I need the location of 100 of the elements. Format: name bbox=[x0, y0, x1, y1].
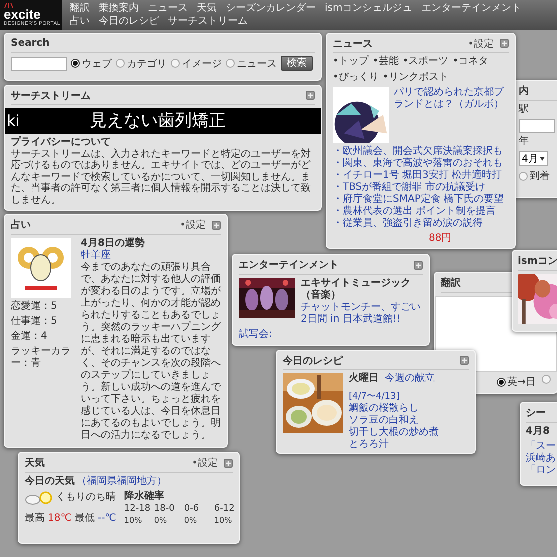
nav-link[interactable]: エンターテインメント bbox=[422, 2, 522, 14]
news-link[interactable]: ・イチロー1号 堀田3安打 松井適時打 bbox=[333, 170, 509, 182]
nav-link[interactable]: 乗換案内 bbox=[99, 2, 139, 14]
radio-option[interactable]: 英→日 bbox=[496, 375, 536, 389]
rain-title: 降水確率 bbox=[124, 491, 166, 503]
news-link[interactable]: ・府庁食堂にSMAP定食 橋下氏の要望 bbox=[333, 194, 509, 206]
news-tab-link[interactable]: •芸能 bbox=[372, 56, 399, 68]
menu-link[interactable]: 今週の献立 bbox=[385, 373, 435, 385]
radio-icon[interactable] bbox=[71, 59, 80, 68]
radio-icon[interactable] bbox=[226, 59, 235, 68]
nav-link[interactable]: サーチストリーム bbox=[168, 16, 248, 28]
season-link[interactable]: 浜崎あ bbox=[526, 453, 557, 465]
logo-text: excite bbox=[4, 8, 41, 21]
panel-title: エンターテインメント bbox=[239, 259, 340, 272]
nav-link[interactable]: 占い bbox=[70, 16, 90, 28]
panel-title: サーチストリーム bbox=[11, 90, 92, 102]
search-field[interactable] bbox=[11, 56, 67, 70]
panel-title: 翻訳 bbox=[441, 276, 462, 290]
rain-chance: 10% bbox=[214, 515, 234, 527]
field-label: 年 bbox=[519, 136, 530, 148]
fortune-stat: 恋愛運：5 bbox=[11, 301, 58, 313]
nav-link[interactable]: 天気 bbox=[197, 2, 217, 14]
entertainment-heading: エキサイトミュージック（音楽） bbox=[301, 278, 412, 302]
month-select[interactable]: 4月 bbox=[519, 151, 548, 166]
news-tab-link[interactable]: •スポーツ bbox=[402, 56, 449, 68]
radio-option[interactable]: イメージ bbox=[171, 56, 222, 70]
radio-button[interactable] bbox=[542, 375, 551, 384]
panel-title: シー bbox=[526, 407, 547, 420]
fortune-date: 4月8日の運勢 bbox=[81, 238, 146, 250]
panel-title: 内 bbox=[519, 84, 530, 98]
entertainment-link[interactable]: チャットモンチー、すごい2日間 in 日本武道館!! bbox=[301, 302, 423, 326]
caret-icon bbox=[540, 156, 546, 160]
expand-icon[interactable] bbox=[212, 220, 221, 230]
news-tab-link[interactable]: •びっくり bbox=[333, 72, 379, 84]
recipe-day: 火曜日 bbox=[349, 373, 379, 385]
news-link[interactable]: ・従業員、強盗引き留め涙の説得 bbox=[333, 218, 509, 230]
nav-link[interactable]: ニュース bbox=[148, 2, 188, 14]
sparkle-icon bbox=[4, 3, 14, 8]
nav-link[interactable]: ismコンシェルジュ bbox=[325, 2, 413, 14]
panel-title: Search bbox=[11, 38, 51, 49]
expand-icon[interactable] bbox=[306, 91, 315, 100]
privacy-title: プライバシーについて bbox=[11, 136, 111, 148]
news-link[interactable]: ・関東、東海で高波や落雷のおそれも bbox=[333, 158, 509, 170]
rain-period: 6-12 bbox=[214, 503, 236, 515]
rain-period: 0-6 bbox=[184, 503, 200, 515]
season-link[interactable]: 「ロン bbox=[526, 465, 557, 477]
radio-option[interactable]: ニュース bbox=[226, 56, 277, 70]
news-tab-link[interactable]: •トップ bbox=[333, 56, 369, 68]
expand-icon[interactable] bbox=[460, 356, 469, 365]
rain-period: 18-0 bbox=[154, 503, 176, 515]
radio-icon[interactable] bbox=[519, 172, 528, 180]
radio-icon[interactable] bbox=[116, 59, 125, 68]
temp-label: 最低 bbox=[74, 513, 95, 525]
expand-icon[interactable] bbox=[500, 39, 509, 48]
cloud-sun-icon bbox=[25, 491, 53, 505]
radio-icon[interactable] bbox=[171, 59, 180, 68]
rain-chance: 10% bbox=[124, 515, 144, 527]
radio-option[interactable]: ウェブ bbox=[71, 56, 112, 70]
panel-title: 今日のレシピ bbox=[283, 354, 344, 368]
news-link[interactable]: ・欧州議会、開会式欠席決議案採択も bbox=[333, 146, 509, 158]
recipe-link[interactable]: 切干し大根の炒め煮 bbox=[349, 427, 469, 439]
settings-link[interactable]: •設定 bbox=[180, 218, 206, 232]
news-tab-link[interactable]: •リンクポスト bbox=[382, 72, 449, 84]
radio-option[interactable]: カテゴリ bbox=[116, 56, 167, 70]
news-link[interactable]: ・TBSが番組で謝罪 市の抗議受け bbox=[333, 182, 509, 194]
temp-label: 最高 bbox=[25, 513, 45, 525]
panel-title: 天気 bbox=[25, 457, 46, 470]
recipe-link[interactable]: ソラ豆の白和え bbox=[349, 415, 469, 427]
radio-option[interactable]: 到着 bbox=[519, 169, 557, 183]
sign-link[interactable]: 牡羊座 bbox=[81, 250, 221, 262]
price-text: 88円 bbox=[429, 233, 452, 245]
expand-icon[interactable] bbox=[414, 260, 423, 270]
recipe-link[interactable]: 鯛飯の桜散らし bbox=[349, 403, 469, 415]
panel-title: ニュース bbox=[333, 38, 374, 50]
season-link[interactable]: 「スー bbox=[526, 441, 557, 453]
settings-link[interactable]: •設定 bbox=[468, 36, 494, 50]
search-button[interactable]: 検索 bbox=[281, 56, 313, 71]
settings-link[interactable]: •設定 bbox=[192, 456, 218, 470]
preview-label: 試写会: bbox=[239, 329, 274, 341]
radio-icon[interactable] bbox=[496, 378, 506, 386]
ad-banner[interactable]: ki 見えない歯列矯正 bbox=[5, 108, 321, 134]
headline-link[interactable]: パリで認められた京都ブランドとは？（ガルボ） bbox=[394, 87, 509, 111]
nav-link[interactable]: 翻訳 bbox=[70, 2, 90, 14]
nav-link[interactable]: シーズンカレンダー bbox=[226, 2, 316, 14]
region-link[interactable]: （福岡県福岡地方） bbox=[77, 476, 167, 488]
station-field[interactable] bbox=[519, 119, 555, 133]
news-link[interactable]: ・農林代表の選出 ポイント制を提言 bbox=[333, 206, 509, 218]
fortune-stat: 仕事運：5 bbox=[11, 316, 58, 328]
date-text: 4月8 bbox=[526, 426, 551, 438]
fortune-stat: 金運：4 bbox=[11, 331, 48, 343]
expand-icon[interactable] bbox=[224, 458, 233, 468]
nav-link[interactable]: 今日のレシピ bbox=[99, 16, 159, 28]
fortune-stat: ラッキーカラー：青 bbox=[11, 346, 72, 370]
privacy-text: サーチストリームは、入力されたキーワードと特定のユーザーを対応づけるものではありません。エキサイトでは、どのユーザーがどんなキーワードで検索しているかについて、一切関知しません。また、当事者の許可なく第三者に個人情報を開示することは決して致しません。 bbox=[11, 148, 312, 206]
low-temp: --℃ bbox=[98, 513, 116, 525]
rain-chance: 0% bbox=[154, 515, 168, 527]
date-range: [4/7〜4/13] bbox=[349, 391, 400, 402]
panel-title: ismコン bbox=[518, 255, 557, 268]
news-tab-link[interactable]: •コネタ bbox=[452, 56, 489, 68]
recipe-link[interactable]: とろろ汁 bbox=[349, 439, 469, 451]
